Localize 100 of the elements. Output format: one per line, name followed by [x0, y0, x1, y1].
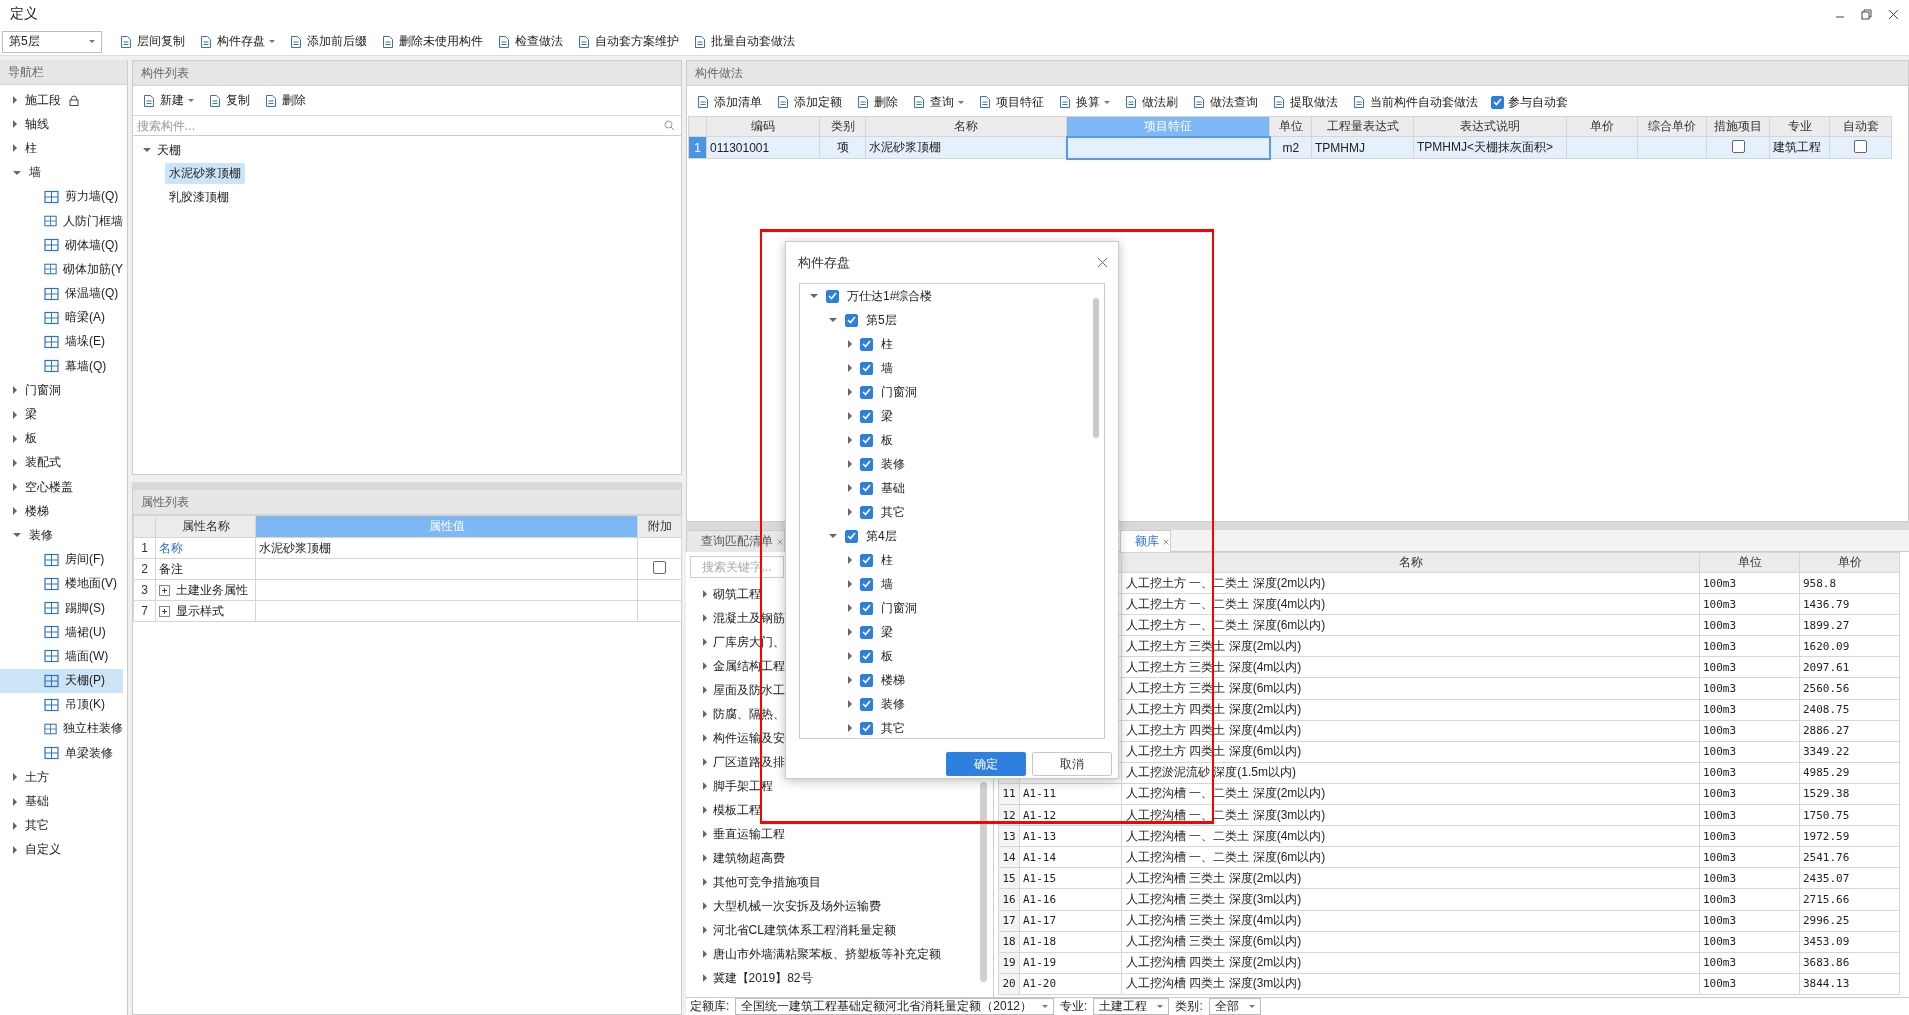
tree-label[interactable]: 其它 — [881, 719, 905, 737]
toolbar-button[interactable]: 添加前后缀 — [284, 31, 372, 52]
toolbar-button[interactable]: 检查做法 — [492, 31, 568, 52]
caret-icon[interactable] — [13, 483, 17, 492]
nav-item[interactable]: 装配式 — [0, 450, 127, 475]
caret-icon[interactable] — [848, 412, 852, 420]
nav-item[interactable]: 幕墙(Q) — [0, 354, 123, 379]
caret-icon[interactable] — [13, 386, 17, 395]
checkbox[interactable] — [860, 673, 873, 687]
column-header[interactable]: 专业 — [1769, 116, 1830, 137]
caret-icon[interactable] — [702, 710, 707, 718]
nav-item[interactable]: 施工段 — [0, 88, 127, 113]
caret-icon[interactable] — [13, 410, 17, 419]
checkbox[interactable] — [845, 529, 858, 543]
checkbox[interactable] — [1854, 139, 1867, 153]
caret-icon[interactable] — [13, 507, 17, 516]
toolbar-button[interactable]: 项目特征 — [973, 91, 1049, 113]
nav-item[interactable]: 砌体加筋(Y — [0, 257, 123, 282]
nav-item[interactable]: 柱 — [0, 136, 127, 161]
caret-icon[interactable] — [848, 652, 852, 660]
tree-label[interactable]: 梁 — [881, 623, 893, 641]
column-header[interactable]: 综合单价 — [1637, 116, 1707, 137]
nav-item[interactable]: 暗梁(A) — [0, 305, 123, 330]
caret-icon[interactable] — [702, 638, 707, 646]
caret-icon[interactable] — [848, 484, 852, 492]
nav-item[interactable]: 保温墙(Q) — [0, 281, 123, 306]
nav-item[interactable]: 单梁装修 — [0, 741, 123, 766]
caret-icon[interactable] — [702, 734, 707, 742]
property-value[interactable]: 水泥砂浆顶棚 — [255, 537, 638, 559]
caret-icon[interactable] — [13, 96, 17, 105]
column-header[interactable]: 单位 — [1699, 552, 1800, 573]
tree-label[interactable]: 天棚 — [157, 141, 181, 159]
caret-icon[interactable] — [13, 458, 17, 467]
tree-label[interactable]: 建筑物超高费 — [712, 849, 785, 867]
caret-icon[interactable] — [702, 854, 707, 862]
caret-icon[interactable] — [702, 830, 707, 838]
caret-icon[interactable] — [848, 556, 852, 564]
caret-icon[interactable] — [702, 926, 707, 934]
tree-label[interactable]: 金属结构工程 — [712, 657, 785, 675]
checkbox[interactable] — [1491, 95, 1504, 109]
nav-item[interactable]: 墙 — [0, 160, 127, 185]
caret-icon[interactable] — [702, 902, 707, 910]
caret-icon[interactable] — [848, 580, 852, 588]
nav-item[interactable]: 基础 — [0, 789, 127, 814]
tab[interactable]: 额库 — [1120, 530, 1171, 552]
caret-icon[interactable] — [13, 797, 17, 806]
checkbox[interactable] — [860, 697, 873, 711]
toolbar-button[interactable]: 层间复制 — [114, 31, 190, 52]
caret-icon[interactable] — [848, 388, 852, 396]
tree-label[interactable]: 模板工程 — [712, 801, 761, 819]
tree-label[interactable]: 脚手架工程 — [712, 777, 773, 795]
caret-icon[interactable] — [848, 604, 852, 612]
floor-select[interactable]: 第5层 — [2, 30, 102, 53]
nav-item[interactable]: 独立柱装修 — [0, 716, 123, 742]
tree-label[interactable]: 板 — [881, 647, 893, 665]
caret-icon[interactable] — [702, 782, 707, 790]
nav-item[interactable]: 空心楼盖 — [0, 475, 127, 500]
column-header[interactable]: 编码 — [706, 116, 820, 137]
scrollbar[interactable] — [1093, 298, 1099, 438]
expand-icon[interactable] — [159, 605, 170, 617]
tree-label[interactable]: 第5层 — [866, 311, 897, 329]
toolbar-button[interactable]: 批量自动套做法 — [688, 31, 800, 52]
column-header[interactable]: 附加 — [637, 515, 682, 538]
restore-icon[interactable] — [1861, 8, 1872, 20]
checkbox[interactable] — [860, 409, 873, 423]
tree-label[interactable]: 其他可竞争措施项目 — [712, 873, 821, 891]
checkbox[interactable] — [860, 601, 873, 615]
nav-item[interactable]: 墙裙(U) — [0, 620, 123, 645]
caret-icon[interactable] — [702, 686, 707, 694]
close-icon[interactable] — [1097, 257, 1108, 268]
caret-icon[interactable] — [143, 148, 151, 152]
caret-icon[interactable] — [702, 662, 707, 670]
nav-item[interactable]: 梁 — [0, 402, 127, 427]
caret-icon[interactable] — [702, 974, 707, 982]
dropdown-caret-icon[interactable] — [89, 40, 95, 43]
cancel-button[interactable]: 取消 — [1032, 752, 1112, 776]
caret-icon[interactable] — [13, 773, 17, 782]
expand-icon[interactable] — [159, 584, 170, 596]
tree-label[interactable]: 大型机械一次安拆及场外运输费 — [712, 897, 881, 915]
column-header[interactable]: 表达式说明 — [1413, 116, 1567, 137]
dropdown[interactable]: 全部 — [1208, 998, 1261, 1015]
caret-icon[interactable] — [848, 724, 852, 732]
close-icon[interactable] — [1888, 8, 1899, 20]
dropdown[interactable]: 全国统一建筑工程基础定额河北省消耗量定额（2012） — [735, 998, 1055, 1015]
nav-item[interactable]: 踢脚(S) — [0, 595, 123, 621]
tree-label[interactable]: 第4层 — [866, 527, 897, 545]
caret-icon[interactable] — [702, 950, 707, 958]
tree-label[interactable]: 砌筑工程 — [712, 585, 761, 603]
dropdown-caret-icon[interactable] — [1248, 1005, 1255, 1008]
nav-item[interactable]: 天棚(P) — [0, 668, 123, 693]
tree-label[interactable]: 防腐、隔热、 — [712, 705, 785, 723]
column-header[interactable]: 名称 — [865, 116, 1067, 137]
caret-icon[interactable] — [848, 508, 852, 516]
toolbar-button[interactable]: 做法查询 — [1187, 91, 1263, 113]
column-header[interactable]: 单位 — [1269, 116, 1312, 137]
nav-item[interactable]: 剪力墙(Q) — [0, 184, 123, 209]
caret-icon[interactable] — [13, 434, 17, 443]
tree-item[interactable]: 水泥砂浆顶棚 — [165, 162, 245, 184]
dropdown-caret-icon[interactable] — [1157, 1005, 1164, 1008]
caret-icon[interactable] — [848, 340, 852, 348]
